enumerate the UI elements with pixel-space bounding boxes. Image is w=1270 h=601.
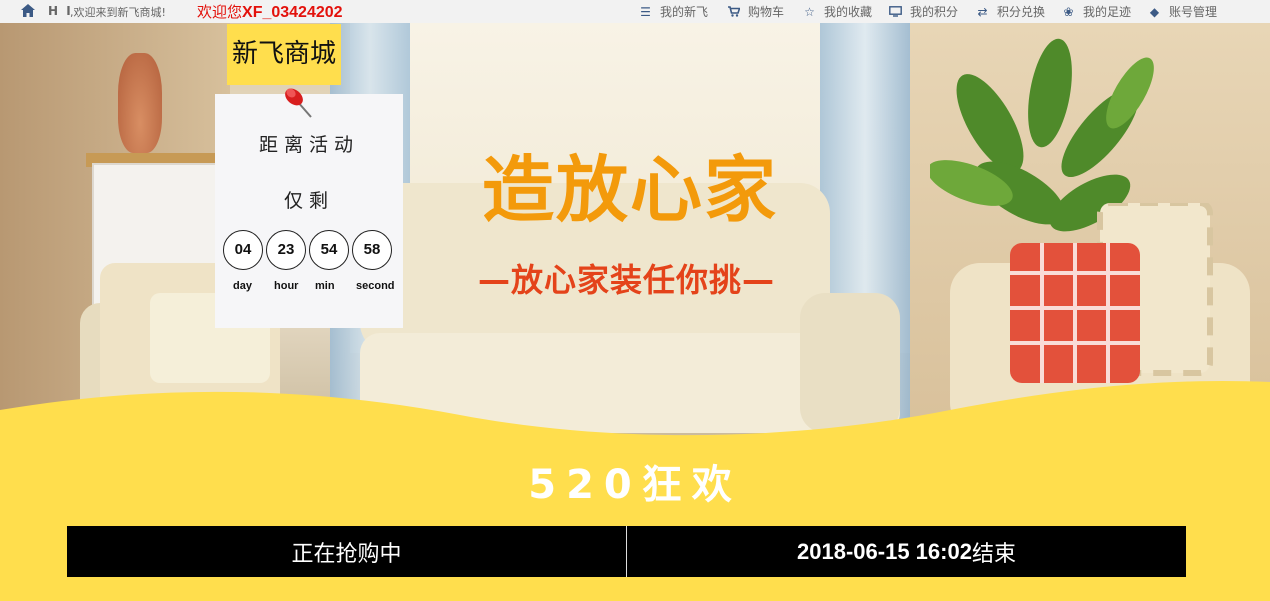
wave-divider	[0, 380, 1270, 460]
nav-label: 购物车	[748, 5, 785, 19]
sale-end-time: 2018-06-15 16:02 结束	[627, 526, 1186, 577]
star-icon: ☆	[804, 4, 815, 19]
countdown-days: 04	[223, 230, 263, 270]
nav-points-exchange[interactable]: ⇄ 积分兑换	[976, 0, 1045, 23]
username: XF_03424202	[242, 4, 343, 21]
unit-min-label: min	[315, 280, 335, 292]
greeting-text: ,欢迎来到新飞商城!	[70, 6, 166, 19]
welcome-message: 欢迎您XF_03424202	[197, 1, 343, 22]
nav-favorites[interactable]: ☆ 我的收藏	[803, 0, 872, 23]
monitor-icon	[889, 5, 902, 18]
nav-label: 我的新飞	[660, 5, 709, 19]
brand-logo[interactable]: 新飞商城	[227, 24, 341, 85]
nav-points[interactable]: 我的积分	[889, 0, 958, 23]
hi-label: H I	[48, 4, 73, 18]
countdown-subtitle: 仅剩	[283, 190, 334, 212]
nav-label: 我的收藏	[824, 5, 873, 19]
nav-label: 我的足迹	[1083, 5, 1132, 19]
exchange-icon: ⇄	[977, 4, 988, 19]
countdown-seconds: 58	[352, 230, 392, 270]
banner-subline: —放心家装任你挑—	[478, 261, 776, 299]
nav-my-xinfei[interactable]: ☰ 我的新飞	[639, 0, 708, 23]
sale-status-bar: 正在抢购中 2018-06-15 16:02 结束	[67, 526, 1186, 577]
top-bar: H I ,欢迎来到新飞商城! 欢迎您XF_03424202 ☰ 我的新飞 购物车…	[0, 0, 1270, 23]
vase	[118, 53, 162, 153]
sale-status: 正在抢购中	[67, 526, 627, 577]
end-time-value: 2018-06-15 16:02	[797, 538, 972, 564]
pushpin-icon	[285, 88, 312, 118]
nav-label: 账号管理	[1169, 5, 1218, 19]
nav-account[interactable]: ◆ 账号管理	[1148, 0, 1217, 23]
countdown-minutes: 54	[309, 230, 349, 270]
home-icon[interactable]	[21, 4, 35, 17]
nav-label: 我的积分	[910, 5, 959, 19]
end-time-suffix: 结束	[971, 541, 1016, 567]
countdown-hours: 23	[266, 230, 306, 270]
paw-icon: ❀	[1063, 4, 1074, 19]
festival-title: 520狂欢	[528, 462, 742, 508]
banner-headline: 造放心家	[482, 148, 779, 232]
list-icon: ☰	[640, 4, 651, 19]
countdown-timer: 04 23 54 58	[223, 230, 399, 272]
unit-day-label: day	[233, 280, 252, 292]
nav-cart[interactable]: 购物车	[727, 0, 784, 23]
unit-hour-label: hour	[274, 280, 299, 292]
tag-icon: ◆	[1149, 4, 1160, 19]
countdown-card: 距离活动 仅剩 04 23 54 58 day hour min second	[215, 94, 403, 328]
cart-icon	[727, 5, 741, 18]
unit-second-label: second	[356, 280, 395, 292]
countdown-title: 距离活动	[258, 134, 359, 156]
welcome-prefix: 欢迎您	[197, 3, 243, 21]
nav-label: 积分兑换	[997, 5, 1046, 19]
nav-footprints[interactable]: ❀ 我的足迹	[1062, 0, 1131, 23]
